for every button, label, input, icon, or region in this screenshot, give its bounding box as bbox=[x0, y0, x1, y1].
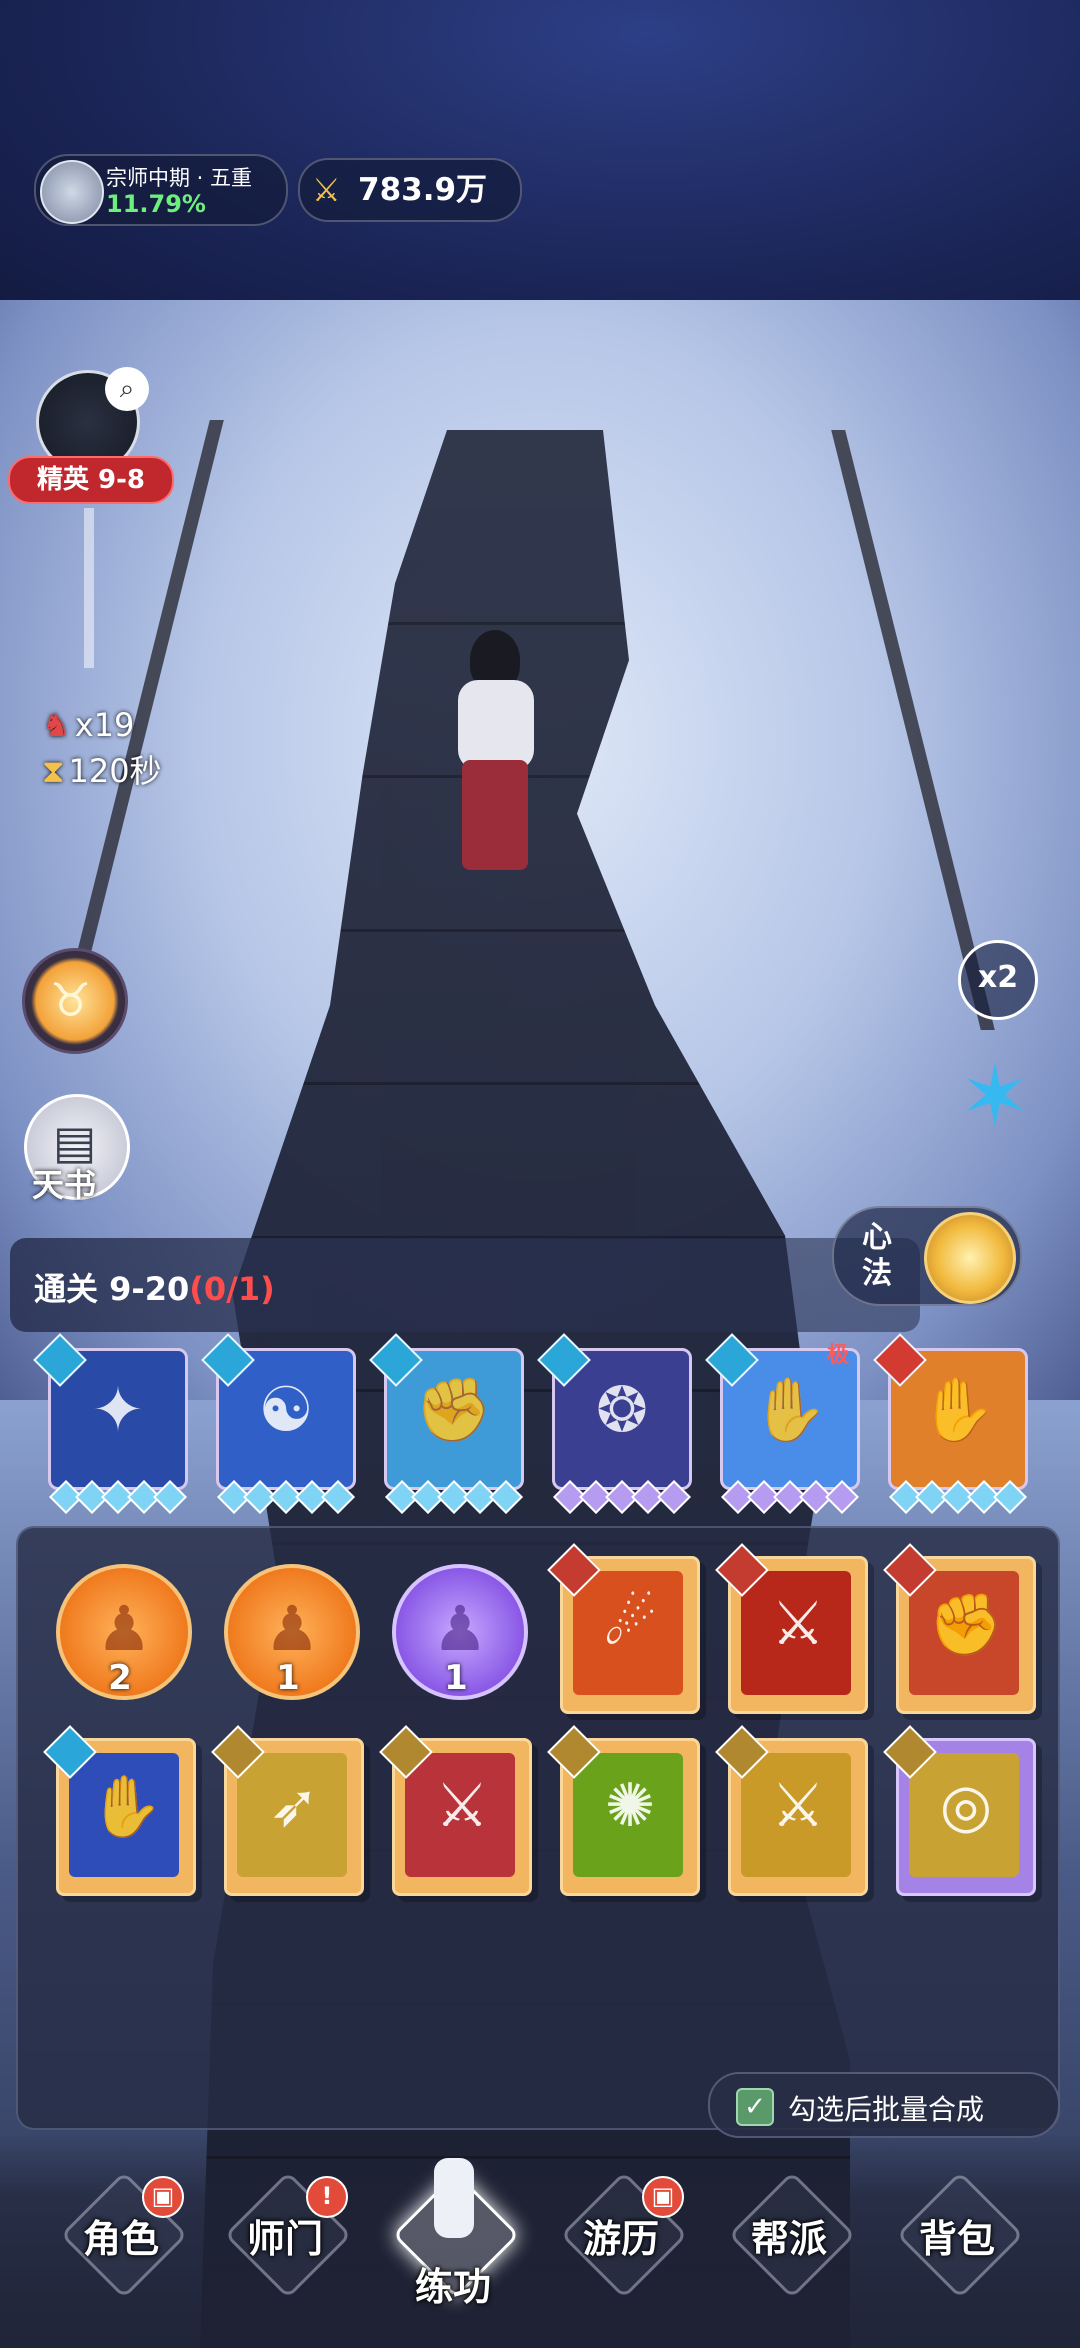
wooden-dummy-icon bbox=[434, 2158, 474, 2238]
level-exp: 11.79% bbox=[106, 190, 206, 218]
cultivation-level[interactable]: 宗师中期 · 五重 11.79% bbox=[34, 154, 288, 226]
skill-card[interactable]: ⚔ bbox=[715, 1543, 868, 1714]
equipped-skill-slot[interactable]: ☯ bbox=[201, 1333, 356, 1514]
crossed-swords-icon: ⚔ bbox=[312, 171, 341, 209]
skill-stars bbox=[385, 1480, 523, 1514]
nav-sect[interactable]: ! 师门 bbox=[210, 2171, 360, 2299]
bagua-palm-icon: ☯ bbox=[258, 1373, 314, 1446]
checkmark-icon[interactable]: ✓ bbox=[736, 2088, 774, 2126]
equipped-skill-slot[interactable]: ❂ bbox=[537, 1333, 692, 1514]
buddha-orb-icon bbox=[924, 1212, 1016, 1304]
speed-toggle-button[interactable]: x2 bbox=[958, 940, 1038, 1020]
demon-icon: ♞ bbox=[42, 706, 71, 744]
skill-card[interactable]: ◎ bbox=[883, 1725, 1036, 1896]
level-name: 宗师中期 · 五重 bbox=[106, 166, 253, 190]
character-silhouette-icon: ♟ bbox=[96, 1592, 152, 1665]
green-vortex-icon: ✺ bbox=[604, 1771, 656, 1841]
orb-count: 1 bbox=[276, 1658, 300, 1698]
skill-stars bbox=[721, 1480, 859, 1514]
skill-stars bbox=[553, 1480, 691, 1514]
batch-merge-toggle[interactable]: ✓ 勾选后批量合成 bbox=[708, 2072, 1060, 2138]
heaven-book-label: 天书 bbox=[32, 1166, 97, 1204]
equipped-skills: ✦ ☯ ✊ ❂ 极 ✋ ✋ bbox=[33, 1333, 1038, 1514]
orb-count: 1 bbox=[444, 1658, 468, 1698]
wave-progress bbox=[84, 508, 94, 668]
equipped-skill-slot[interactable]: ✦ bbox=[33, 1333, 188, 1514]
character-silhouette-icon: ♟ bbox=[432, 1592, 488, 1665]
power-value: 783.9万 bbox=[358, 172, 488, 208]
reward-bag-button[interactable]: ♉ bbox=[22, 948, 128, 1054]
skill-inventory-panel: ♟ 2 ♟ 1 ♟ 1 ☄ ⚔ ✊ ✋ ➶ ⚔ ✺ ⚔ ◎ bbox=[16, 1526, 1060, 2130]
equipped-skill-slot[interactable]: ✋ bbox=[873, 1333, 1028, 1514]
equipped-skill-slot[interactable]: 极 ✋ bbox=[705, 1333, 860, 1514]
flame-palm-icon: ✋ bbox=[919, 1373, 997, 1446]
skill-card[interactable]: ⚔ bbox=[715, 1725, 868, 1896]
extreme-badge: 极 bbox=[826, 1343, 849, 1368]
objective-text: 通关 9-20 bbox=[34, 1270, 190, 1308]
red-swords-icon: ⚔ bbox=[435, 1771, 489, 1841]
skill-card[interactable]: ✺ bbox=[547, 1725, 700, 1896]
nav-character[interactable]: ▣ 角色 bbox=[46, 2171, 196, 2299]
rank-avatar-icon bbox=[40, 160, 104, 224]
skill-card[interactable]: ⚔ bbox=[379, 1725, 532, 1896]
orb-count: 2 bbox=[108, 1658, 132, 1698]
ice-claw-icon: ✋ bbox=[88, 1772, 164, 1842]
palm-strike-icon: ✋ bbox=[751, 1373, 829, 1446]
golden-blades-icon: ⚔ bbox=[771, 1771, 825, 1841]
skill-card[interactable]: ✊ bbox=[883, 1543, 1036, 1714]
constellation-icon: ✦ bbox=[92, 1373, 144, 1446]
bottom-navigation: ▣ 角色 ! 师门 练功 ▣ 游历 帮派 背包 bbox=[0, 2134, 1080, 2348]
fist-icon: ✊ bbox=[415, 1373, 493, 1446]
orb-hands-icon: ❂ bbox=[596, 1373, 648, 1446]
skill-stars bbox=[217, 1480, 355, 1514]
skill-card[interactable]: ✋ bbox=[43, 1725, 196, 1896]
nav-training[interactable]: 练功 bbox=[378, 2158, 528, 2309]
skill-card[interactable]: ☄ bbox=[547, 1543, 700, 1714]
combat-power[interactable]: ⚔ 783.9万 bbox=[298, 158, 522, 222]
snowflake-icon[interactable]: ✶ bbox=[950, 1052, 1040, 1142]
batch-merge-label: 勾选后批量合成 bbox=[788, 2093, 985, 2126]
golden-ring-icon: ◎ bbox=[939, 1771, 993, 1841]
mental-method-button[interactable]: 心法 bbox=[832, 1206, 1022, 1306]
equipped-skill-slot[interactable]: ✊ bbox=[369, 1333, 524, 1514]
fireball-icon: ☄ bbox=[603, 1589, 657, 1659]
objective-progress: (0/1) bbox=[189, 1270, 275, 1308]
hourglass-icon: ⧗ bbox=[42, 752, 65, 790]
stage-tag: 精英 9-8 bbox=[8, 456, 174, 504]
player-character bbox=[440, 600, 550, 880]
search-icon: ⌕ bbox=[105, 367, 149, 411]
character-silhouette-icon: ♟ bbox=[264, 1592, 320, 1665]
fist-icon: ✊ bbox=[928, 1590, 1004, 1660]
nav-travel[interactable]: ▣ 游历 bbox=[546, 2171, 696, 2299]
mental-method-label: 心法 bbox=[862, 1220, 892, 1291]
clear-objective[interactable]: 通关 9-20(0/1) bbox=[10, 1238, 920, 1332]
money-bag-icon: ♉ bbox=[50, 973, 92, 1027]
skill-stars bbox=[889, 1480, 1027, 1514]
nav-guild[interactable]: 帮派 bbox=[714, 2171, 864, 2299]
skill-stars bbox=[49, 1480, 187, 1514]
red-blade-icon: ⚔ bbox=[771, 1589, 825, 1659]
golden-arrow-icon: ➶ bbox=[268, 1771, 320, 1841]
skill-card[interactable]: ➶ bbox=[211, 1725, 364, 1896]
nav-backpack[interactable]: 背包 bbox=[882, 2171, 1032, 2299]
kill-count: ♞ x19 bbox=[42, 706, 135, 744]
stage-timer: ⧗ 120秒 bbox=[42, 752, 162, 790]
